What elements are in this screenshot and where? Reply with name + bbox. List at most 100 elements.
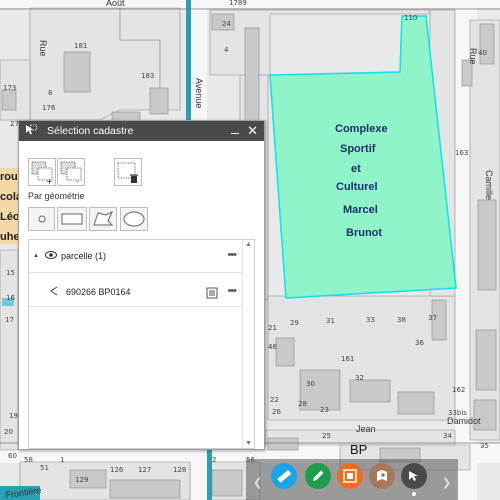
scroll-up-icon[interactable]: ▲ bbox=[245, 241, 252, 248]
clear-selection-button[interactable] bbox=[114, 158, 142, 186]
trash-selection-icon bbox=[117, 162, 138, 183]
new-selection-button[interactable]: + bbox=[28, 158, 56, 186]
measure-button[interactable] bbox=[271, 463, 297, 489]
street-rue-right: Rue bbox=[468, 48, 478, 65]
results-list: ▲ parcelle (1) ••• 690266 BP0164 ••• ▲ ▼ bbox=[28, 239, 255, 449]
section-label: BP bbox=[350, 442, 367, 457]
parcel-129: 129 bbox=[75, 476, 88, 484]
print-icon bbox=[343, 469, 357, 483]
partial-label-1: rou bbox=[0, 171, 18, 183]
street-jean: Jean bbox=[356, 424, 376, 434]
layer-row[interactable]: ▲ parcelle (1) bbox=[33, 248, 240, 264]
parcel-181: 181 bbox=[74, 42, 87, 50]
layer-menu-icon[interactable]: ••• bbox=[227, 249, 237, 261]
point-tool-button[interactable] bbox=[28, 207, 55, 231]
panel-title: Sélection cadastre bbox=[47, 125, 134, 137]
zoom-to-icon[interactable] bbox=[49, 286, 58, 298]
parcel-110: 110 bbox=[404, 14, 417, 22]
parcel-40: 40 bbox=[478, 49, 487, 57]
bottom-toolbar: ❮ ❯ bbox=[246, 459, 458, 500]
parcel-25: 25 bbox=[322, 432, 331, 440]
parcel-36: 36 bbox=[415, 339, 424, 347]
parcel-128: 128 bbox=[173, 466, 186, 474]
rectangle-tool-button[interactable] bbox=[57, 207, 87, 231]
location-icon bbox=[377, 470, 387, 481]
results-scrollbar[interactable]: ▲ ▼ bbox=[242, 240, 254, 448]
parcel-26: 26 bbox=[272, 408, 281, 416]
street-avenue: Avenue bbox=[194, 78, 204, 108]
parcel-19: 19 bbox=[9, 412, 18, 420]
active-tool-indicator bbox=[412, 492, 416, 496]
parcel-29: 29 bbox=[290, 319, 299, 327]
ellipse-icon bbox=[123, 211, 145, 227]
rectangle-icon bbox=[61, 213, 83, 225]
polygon-tool-button[interactable] bbox=[89, 207, 117, 231]
new-selection-icon: + bbox=[31, 161, 53, 186]
parcel-35: 35 bbox=[480, 442, 489, 450]
parcel-163: 163 bbox=[455, 149, 468, 157]
parcel-183: 183 bbox=[141, 72, 154, 80]
remove-selection-button[interactable]: - bbox=[57, 158, 85, 186]
parcel-8: 8 bbox=[48, 89, 52, 97]
ruler-icon bbox=[277, 469, 292, 483]
remove-selection-icon: - bbox=[60, 161, 82, 186]
complex-line-1: Complexe bbox=[335, 123, 388, 135]
parcel-34: 34 bbox=[443, 432, 452, 440]
attribute-table-icon[interactable] bbox=[206, 286, 218, 304]
selection-icon bbox=[409, 471, 418, 481]
parcel-33bis: 33bis bbox=[448, 409, 467, 417]
result-menu-icon[interactable]: ••• bbox=[227, 285, 237, 297]
visibility-icon[interactable] bbox=[44, 251, 57, 261]
panel-header[interactable]: Sélection cadastre ✕ bbox=[19, 121, 264, 141]
pencil-icon bbox=[313, 470, 324, 481]
parcel-46: 46 bbox=[268, 343, 277, 351]
polygon-icon bbox=[93, 211, 114, 226]
point-icon bbox=[38, 215, 45, 223]
scroll-down-icon[interactable]: ▼ bbox=[245, 440, 252, 447]
circle-tool-button[interactable] bbox=[120, 207, 148, 231]
toolbar-next-arrow[interactable]: ❯ bbox=[442, 476, 451, 489]
parcel-23: 23 bbox=[320, 406, 329, 414]
parcel-32: 32 bbox=[355, 374, 364, 382]
parcel-173: 173 bbox=[3, 84, 16, 92]
parcel-30: 30 bbox=[306, 380, 315, 388]
toolbar-prev-arrow[interactable]: ❮ bbox=[253, 476, 262, 489]
parcel-60: 60 bbox=[8, 452, 17, 460]
selection-button[interactable] bbox=[401, 463, 427, 489]
street-rue-left: Rue bbox=[38, 40, 48, 57]
parcel-2: 2 bbox=[212, 456, 216, 464]
parcel-16: 16 bbox=[6, 294, 15, 302]
parcel-126: 126 bbox=[110, 466, 124, 474]
parcel-22: 22 bbox=[270, 396, 279, 404]
parcel-58: 58 bbox=[24, 456, 33, 464]
parcel-17: 17 bbox=[5, 316, 14, 324]
complex-line-3: et bbox=[351, 163, 361, 175]
close-button[interactable]: ✕ bbox=[247, 124, 258, 137]
divider bbox=[29, 272, 242, 273]
parcel-161: 161 bbox=[341, 355, 354, 363]
street-camille: Camille bbox=[484, 170, 494, 200]
parcel-33: 33 bbox=[366, 316, 375, 324]
location-button[interactable] bbox=[369, 463, 395, 489]
parcel-28: 28 bbox=[298, 400, 307, 408]
street-damidot: Damidot bbox=[447, 416, 481, 426]
divider bbox=[29, 306, 242, 307]
partial-label-4: uhe bbox=[0, 231, 20, 243]
parcel-31: 31 bbox=[326, 317, 335, 325]
parcel-162: 162 bbox=[452, 386, 465, 394]
selection-cadastre-panel: Sélection cadastre ✕ + - Par géométrie ▲… bbox=[18, 120, 265, 450]
svg-text:+: + bbox=[46, 177, 53, 185]
selection-cursor-icon bbox=[25, 124, 37, 139]
parcel-21: 21 bbox=[268, 324, 277, 332]
svg-text:-: - bbox=[76, 177, 79, 185]
geometry-section-label: Par géométrie bbox=[28, 191, 85, 201]
print-button[interactable] bbox=[337, 463, 363, 489]
minimize-button[interactable] bbox=[231, 132, 240, 134]
parcel-20: 20 bbox=[4, 428, 13, 436]
complex-line-4: Culturel bbox=[336, 181, 378, 193]
draw-button[interactable] bbox=[305, 463, 331, 489]
collapse-arrow-icon[interactable]: ▲ bbox=[33, 253, 39, 259]
street-aout: Août bbox=[106, 0, 125, 8]
parcel-4: 4 bbox=[224, 46, 229, 54]
complex-line-2: Sportif bbox=[340, 143, 376, 155]
